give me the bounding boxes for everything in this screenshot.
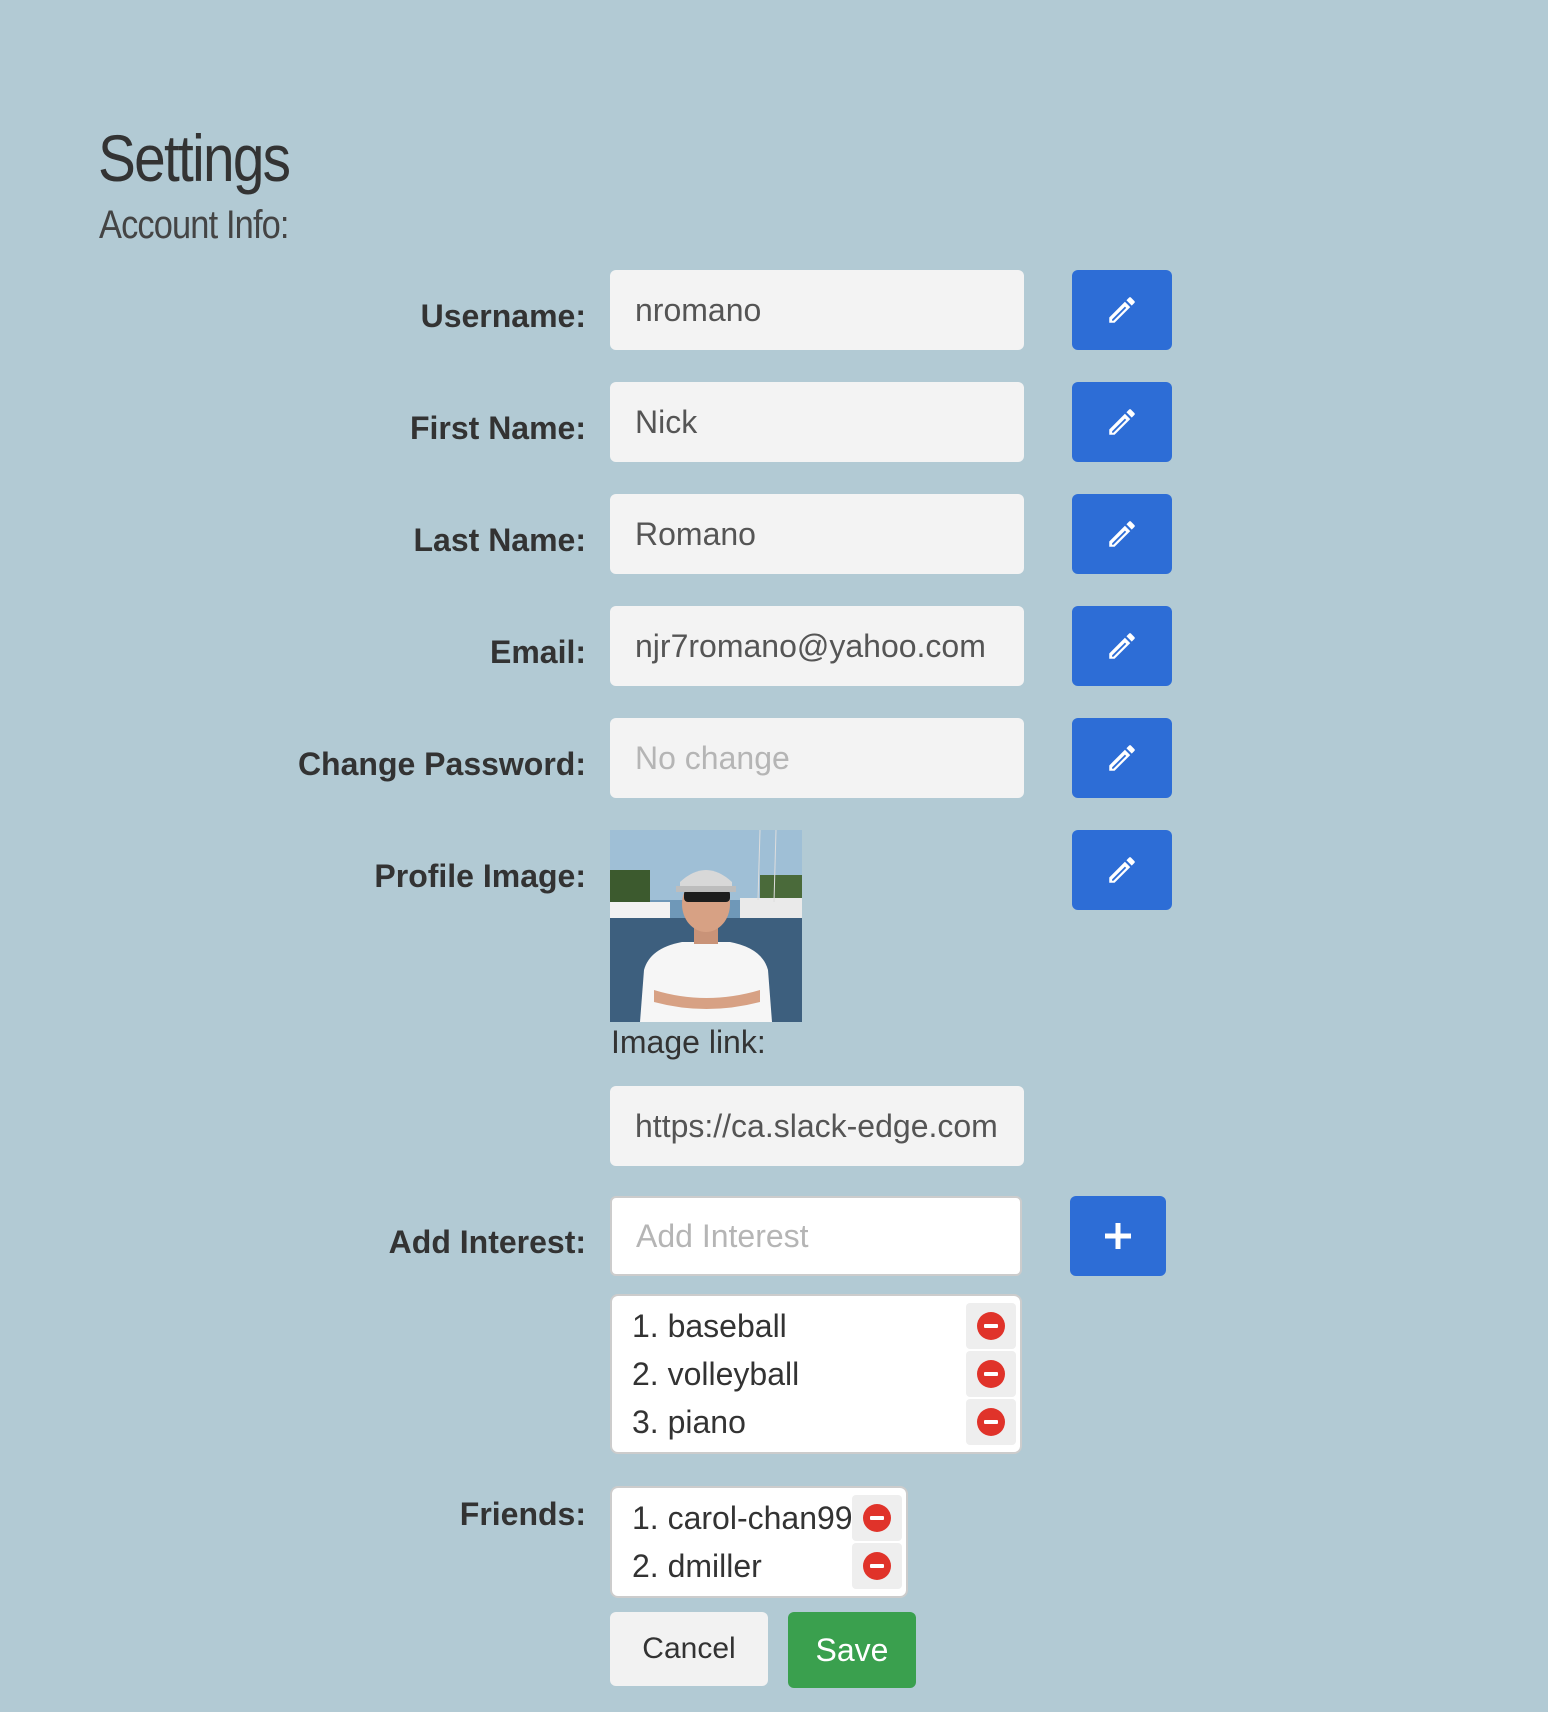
first-name-field[interactable] [610, 382, 1024, 462]
minus-circle-icon [863, 1552, 891, 1580]
pencil-icon [1109, 857, 1135, 883]
remove-friend-button[interactable] [852, 1543, 902, 1589]
minus-circle-icon [863, 1504, 891, 1532]
last-name-label: Last Name: [413, 522, 587, 558]
first-name-label: First Name: [409, 410, 586, 446]
minus-circle-icon [977, 1360, 1005, 1388]
image-link-field[interactable] [610, 1086, 1024, 1166]
pencil-icon [1109, 521, 1135, 547]
pencil-icon [1109, 745, 1135, 771]
profile-image [610, 830, 802, 1022]
friends-list: 1. carol-chan99 2. dmiller [610, 1486, 908, 1598]
minus-circle-icon [977, 1312, 1005, 1340]
cancel-button[interactable]: Cancel [610, 1612, 768, 1686]
remove-interest-button[interactable] [966, 1303, 1016, 1349]
interest-item-label: 1. baseball [632, 1307, 787, 1344]
plus-icon [1105, 1223, 1131, 1249]
friends-label: Friends: [459, 1496, 586, 1532]
interest-item-label: 2. volleyball [632, 1355, 800, 1392]
email-field[interactable] [610, 606, 1024, 686]
list-item: 1. baseball [632, 1302, 1020, 1350]
interests-list: 1. baseball 2. volleyball 3. piano [610, 1294, 1022, 1454]
account-info-heading: Account Info: [99, 203, 289, 247]
image-link-label: Image link: [611, 1024, 766, 1060]
username-label: Username: [420, 298, 586, 334]
friend-item-label: 2. dmiller [632, 1547, 762, 1584]
pencil-icon [1109, 409, 1135, 435]
profile-image-label: Profile Image: [374, 858, 586, 894]
pencil-icon [1109, 633, 1135, 659]
edit-email-button[interactable] [1072, 606, 1172, 686]
list-item: 2. dmiller [632, 1542, 906, 1590]
email-label: Email: [489, 634, 586, 670]
list-item: 2. volleyball [632, 1350, 1020, 1398]
username-field[interactable] [610, 270, 1024, 350]
friend-item-label: 1. carol-chan99 [632, 1499, 853, 1536]
last-name-field[interactable] [610, 494, 1024, 574]
password-field[interactable] [610, 718, 1024, 798]
edit-first-name-button[interactable] [1072, 382, 1172, 462]
edit-username-button[interactable] [1072, 270, 1172, 350]
change-password-label: Change Password: [297, 746, 586, 782]
remove-interest-button[interactable] [966, 1399, 1016, 1445]
interest-item-label: 3. piano [632, 1403, 746, 1440]
edit-password-button[interactable] [1072, 718, 1172, 798]
save-button[interactable]: Save [788, 1612, 916, 1688]
list-item: 1. carol-chan99 [632, 1494, 906, 1542]
add-interest-button[interactable] [1070, 1196, 1166, 1276]
page-title: Settings [98, 121, 291, 195]
edit-last-name-button[interactable] [1072, 494, 1172, 574]
edit-profile-image-button[interactable] [1072, 830, 1172, 910]
add-interest-input[interactable] [610, 1196, 1022, 1276]
minus-circle-icon [977, 1408, 1005, 1436]
pencil-icon [1109, 297, 1135, 323]
list-item: 3. piano [632, 1398, 1020, 1446]
add-interest-label: Add Interest: [388, 1224, 586, 1260]
remove-interest-button[interactable] [966, 1351, 1016, 1397]
remove-friend-button[interactable] [852, 1495, 902, 1541]
